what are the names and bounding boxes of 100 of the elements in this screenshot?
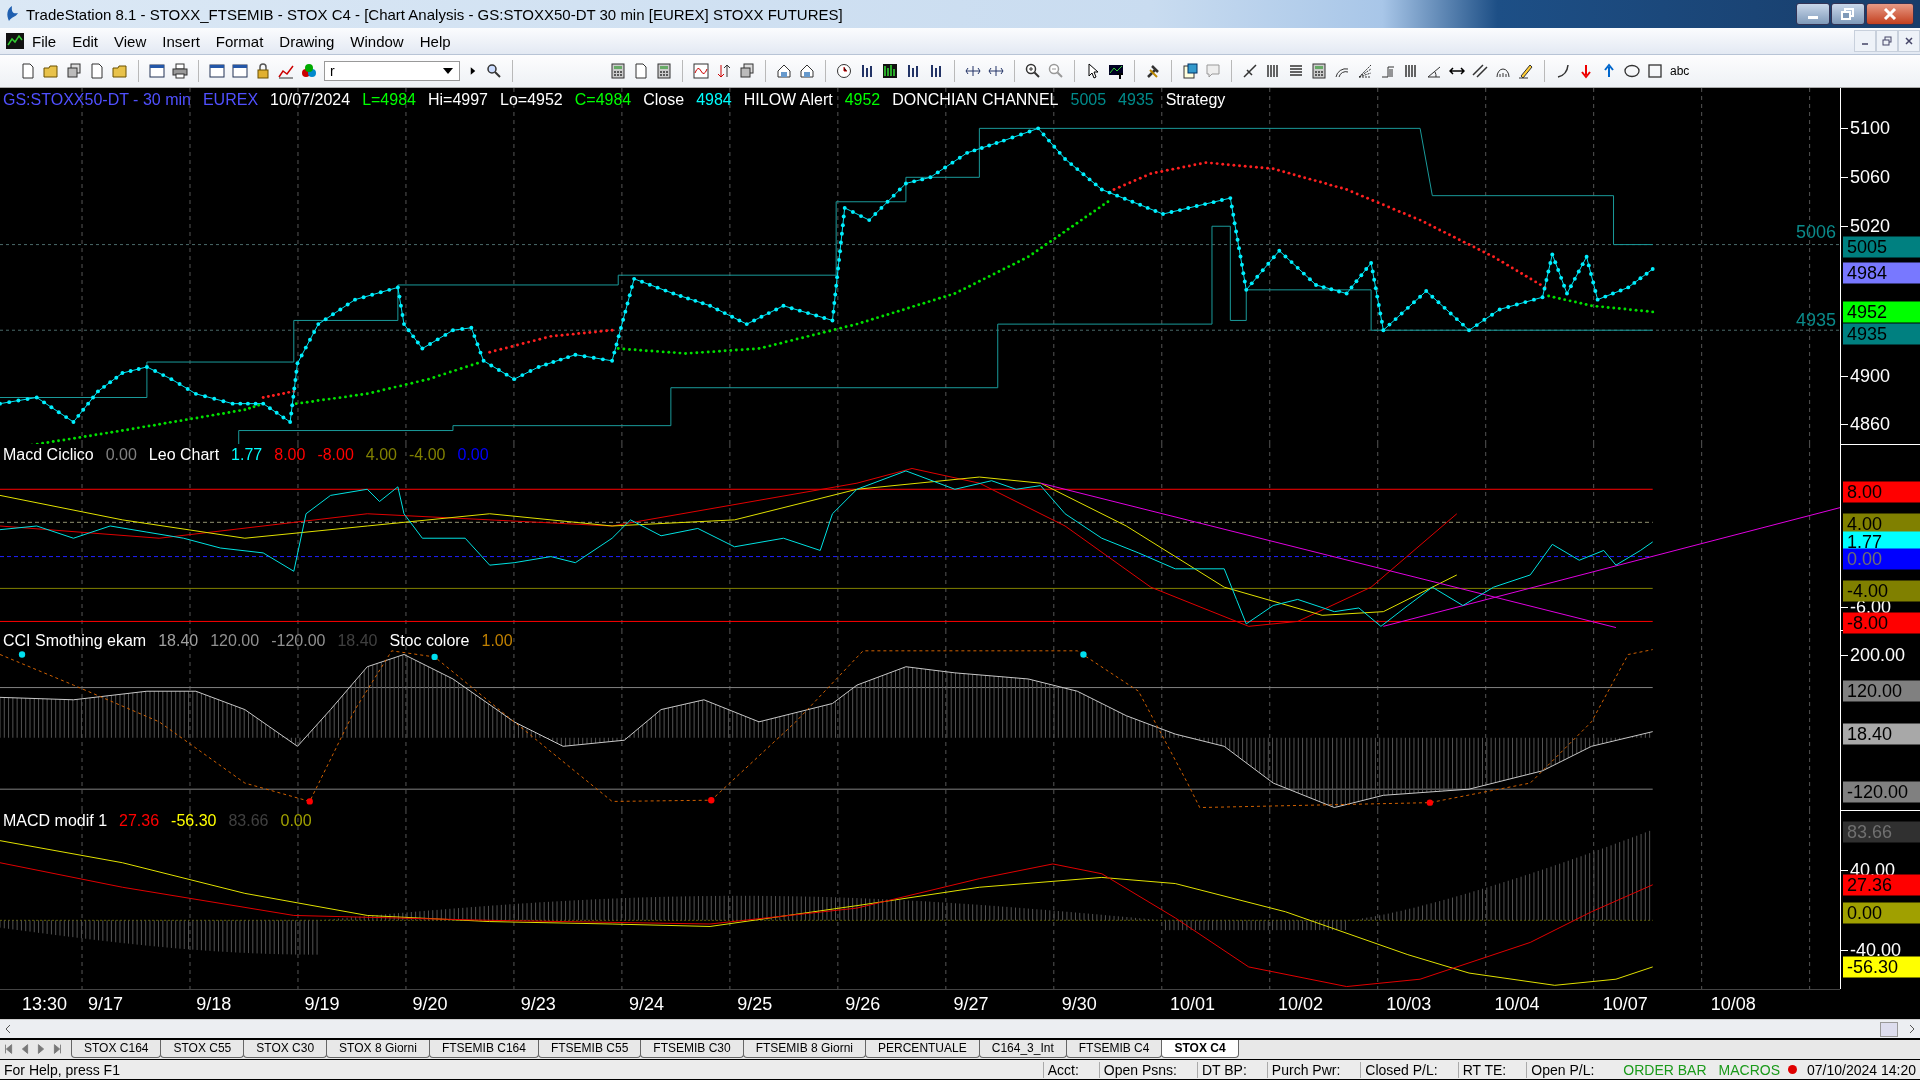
- minimize-button[interactable]: [1796, 3, 1830, 25]
- axis-label: 4860: [1841, 414, 1891, 435]
- time-label: 9/19: [303, 993, 341, 1015]
- expand-icon[interactable]: [965, 63, 981, 79]
- sheet-tab[interactable]: FTSEMIB C164: [428, 1040, 539, 1058]
- signal-dot: [18, 651, 26, 658]
- menu-item[interactable]: Insert: [154, 32, 208, 50]
- ellipse-icon[interactable]: [1624, 63, 1640, 79]
- status-field: Acct:: [1042, 1061, 1095, 1078]
- zoom-in-icon[interactable]: [1025, 63, 1041, 79]
- open-folder-icon[interactable]: [43, 63, 59, 79]
- menu-item[interactable]: Drawing: [271, 32, 343, 50]
- wave-chart-icon[interactable]: [693, 63, 709, 79]
- document-icon[interactable]: [633, 63, 649, 79]
- status-indicator: ORDER BAR: [1622, 1061, 1708, 1078]
- step-icon[interactable]: [1380, 63, 1396, 79]
- pencil-icon[interactable]: [1518, 63, 1534, 79]
- axis-label: 5100: [1841, 118, 1891, 139]
- text-tool[interactable]: abc: [1670, 64, 1690, 78]
- rectangle-icon[interactable]: [1647, 63, 1663, 79]
- stacked-windows-icon[interactable]: [739, 63, 755, 79]
- folder-icon[interactable]: [112, 63, 128, 79]
- chart-line-icon[interactable]: [278, 63, 294, 79]
- bar-chart-icon[interactable]: [882, 63, 898, 79]
- sheet-tab[interactable]: PERCENTUALE: [865, 1040, 980, 1058]
- sheet-tab[interactable]: STOX C4: [1161, 1040, 1239, 1058]
- document-icon[interactable]: [89, 63, 105, 79]
- close-button[interactable]: [1866, 3, 1914, 25]
- status-field: Open Psns:: [1098, 1061, 1193, 1078]
- value-tag: 5005: [1843, 236, 1920, 258]
- printer-icon[interactable]: [172, 63, 188, 79]
- legend-value: EUREX: [202, 91, 259, 109]
- menu-item[interactable]: File: [24, 32, 65, 50]
- parallel-lines-icon[interactable]: [1472, 63, 1488, 79]
- maximize-button[interactable]: [1831, 3, 1865, 25]
- colored-balls-icon[interactable]: [301, 63, 317, 79]
- vertical-lines-icon[interactable]: [1403, 63, 1419, 79]
- sheet-tab[interactable]: STOX C55: [160, 1040, 245, 1058]
- time-label: 10/03: [1385, 993, 1433, 1015]
- menu-item[interactable]: Window: [342, 32, 412, 50]
- window-icon[interactable]: [149, 63, 165, 79]
- up-down-arrows-icon[interactable]: [716, 63, 732, 79]
- minimize-icon: [1862, 43, 1868, 45]
- house-icon[interactable]: [799, 63, 815, 79]
- legend-value: 120.00: [210, 632, 260, 650]
- calculator-icon[interactable]: [1311, 63, 1327, 79]
- stacked-windows-icon[interactable]: [66, 63, 82, 79]
- axis-label: 5060: [1841, 167, 1891, 188]
- sheet-tab[interactable]: STOX C30: [243, 1040, 328, 1058]
- sheet-tab[interactable]: FTSEMIB C4: [1065, 1040, 1163, 1058]
- sheet-tab[interactable]: C164_3_Int: [978, 1040, 1067, 1058]
- bar-chart-icon[interactable]: [905, 63, 921, 79]
- lock-icon[interactable]: [255, 63, 271, 79]
- legend-value: 83.66: [228, 812, 269, 830]
- menu-item[interactable]: Edit: [64, 32, 107, 50]
- menu-item[interactable]: Format: [207, 32, 272, 50]
- pointer-icon[interactable]: [1085, 63, 1101, 79]
- sheet-tab[interactable]: FTSEMIB 8 Giorni: [742, 1040, 867, 1058]
- scrollbar-thumb[interactable]: [1880, 1021, 1898, 1037]
- restore-button[interactable]: [1876, 30, 1898, 52]
- house-icon[interactable]: [776, 63, 792, 79]
- curve-icon[interactable]: [1555, 63, 1571, 79]
- signal-dot: [306, 798, 313, 805]
- bar-chart-icon[interactable]: [928, 63, 944, 79]
- time-label: 9/25: [736, 993, 774, 1015]
- menu-item[interactable]: Help: [411, 32, 459, 50]
- bar-chart-icon[interactable]: [859, 63, 875, 79]
- legend-value: 27.36: [119, 812, 160, 830]
- calculator-icon[interactable]: [610, 63, 626, 79]
- legend-value: -8.00: [317, 446, 354, 464]
- horizontal-lines-icon[interactable]: [1288, 63, 1304, 79]
- hammer-icon[interactable]: [1145, 63, 1161, 79]
- menu-item[interactable]: View: [106, 32, 155, 50]
- calculator-icon[interactable]: [656, 63, 672, 79]
- sheet-tab[interactable]: STOX 8 Giorni: [326, 1040, 430, 1058]
- connection-status-icon: [1788, 1065, 1797, 1074]
- window-icon[interactable]: [209, 63, 225, 79]
- symbol-dropdown[interactable]: r: [324, 61, 460, 81]
- window-title: TradeStation 8.1 - STOXX_FTSEMIB - STOX C4 - [Chart Analysis - GS:STOXX50-DT 30 min [EUREX] STOXX FUTURES]: [26, 5, 843, 23]
- new-document-icon[interactable]: [20, 63, 36, 79]
- up-arrow-icon[interactable]: [1601, 63, 1617, 79]
- sheet-tab[interactable]: FTSEMIB C55: [537, 1040, 642, 1058]
- zoom-out-icon[interactable]: [1048, 63, 1064, 79]
- signal-dot: [431, 653, 438, 661]
- clock-icon[interactable]: [836, 63, 852, 79]
- clipboard-icon[interactable]: [1182, 63, 1198, 79]
- vertical-lines-icon[interactable]: [1265, 63, 1281, 79]
- legend-value: 4952: [844, 91, 881, 109]
- legend-value: MACD modif 1: [3, 812, 108, 830]
- magnify-document-icon[interactable]: [486, 63, 502, 79]
- sheet-tab[interactable]: STOX C164: [71, 1040, 162, 1058]
- chart-text-icon[interactable]: [1108, 63, 1124, 79]
- sheet-tab[interactable]: FTSEMIB C30: [640, 1040, 744, 1058]
- value-tag: 4984: [1843, 262, 1920, 284]
- window-icon[interactable]: [232, 63, 248, 79]
- down-arrow-icon[interactable]: [1578, 63, 1594, 79]
- chart-app-icon[interactable]: [6, 33, 24, 49]
- trendline-icon[interactable]: [1242, 63, 1258, 79]
- fan-lines-icon[interactable]: [1357, 63, 1373, 79]
- time-label: 9/23: [519, 993, 557, 1015]
